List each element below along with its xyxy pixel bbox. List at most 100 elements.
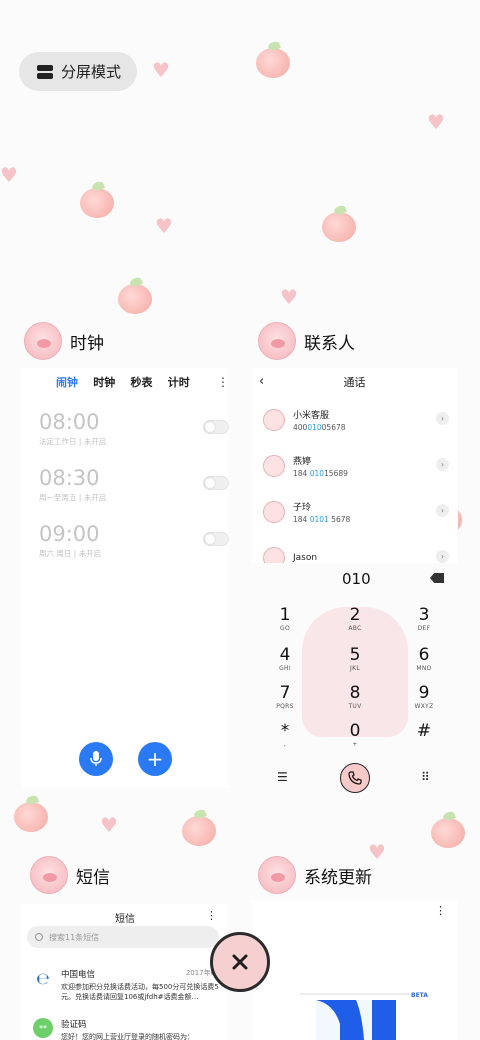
plus-icon: + <box>146 747 164 771</box>
contacts-app-title: 联系人 <box>304 333 355 354</box>
chevron-right-icon[interactable]: › <box>436 504 449 517</box>
contacts-header-title: 通话 <box>343 376 366 389</box>
contacts-list-card[interactable]: ‹ 通话 小米客服 40001005678 › 燕婷 184 01015689 … <box>251 368 458 563</box>
contact-number: 40001005678 <box>293 423 346 432</box>
clock-app-header[interactable]: 时钟 <box>24 322 104 360</box>
system-update-app-header[interactable]: 系统更新 <box>258 856 372 894</box>
heart-decoration: ♥ <box>100 813 118 837</box>
dial-key-1[interactable]: 1 GO <box>270 606 300 633</box>
dial-key-star[interactable]: *, <box>270 722 300 749</box>
tab-clock[interactable]: 时钟 <box>93 374 130 390</box>
split-screen-button[interactable]: 分屏模式 <box>19 52 137 91</box>
contact-row[interactable]: 燕婷 184 01015689 › <box>263 446 449 486</box>
peach-decoration <box>80 188 114 218</box>
dial-key-0[interactable]: 0 + <box>340 722 370 749</box>
close-all-button[interactable] <box>210 932 270 992</box>
sms-app-card[interactable]: 短信 ⋮ 搜索11条短信 ℮ 中国电信 2017年6月30 欢迎参加积分兑换话费… <box>21 904 229 1040</box>
call-button[interactable] <box>340 763 370 793</box>
more-options-icon[interactable]: ⋮ <box>206 909 217 922</box>
message-item[interactable]: ℮ 中国电信 2017年6月30 欢迎参加积分兑换话费活动，每500分可兑换话费… <box>33 968 229 1002</box>
dial-key-5[interactable]: 5 JKL <box>340 646 370 673</box>
dial-key-6[interactable]: 6 MNO <box>409 646 439 673</box>
menu-icon[interactable]: ☰ <box>277 770 288 784</box>
dial-key-2[interactable]: 2 ABC <box>340 606 370 633</box>
backspace-icon[interactable] <box>430 573 444 583</box>
message-preview: 欢迎参加积分兑换话费活动，每500分可兑换话费5元。兑换话费请回复106或jfd… <box>61 983 219 1001</box>
avatar <box>263 455 285 477</box>
alarm-detail: 周六 周日 | 未开启 <box>39 549 102 558</box>
contacts-app-icon <box>258 322 296 360</box>
miui-update-logo <box>300 993 410 1040</box>
sms-search-placeholder: 搜索11条短信 <box>49 932 100 942</box>
alarm-item[interactable]: 08:30 周一至周五 | 未开启 <box>39 466 229 512</box>
peach-decoration <box>14 802 48 832</box>
beta-badge: BETA <box>411 992 428 999</box>
clock-tab-bar: 闹钟 时钟 秒表 计时 ⋮ <box>21 368 229 396</box>
contact-number: 184 01015689 <box>293 469 348 478</box>
more-options-icon[interactable]: ⋮ <box>217 375 229 389</box>
contact-number: 184 0101 5678 <box>293 515 351 524</box>
contact-name: 燕婷 <box>293 457 312 467</box>
peach-decoration <box>431 818 465 848</box>
contacts-app-header[interactable]: 联系人 <box>258 322 355 360</box>
search-icon <box>35 933 43 941</box>
peach-decoration <box>118 284 152 314</box>
system-update-app-title: 系统更新 <box>304 867 372 888</box>
alarm-detail: 周一至周五 | 未开启 <box>39 493 107 502</box>
dial-key-hash[interactable]: # <box>409 722 439 741</box>
contact-name: 小米客服 <box>293 411 330 421</box>
back-arrow-icon[interactable]: ‹ <box>259 374 264 389</box>
sms-search-input[interactable]: 搜索11条短信 <box>27 926 219 948</box>
microphone-icon <box>90 751 102 766</box>
keypad-toggle-icon[interactable]: ⠿ <box>421 770 430 784</box>
peach-decoration <box>256 48 290 78</box>
contact-name: 子玲 <box>293 503 312 513</box>
add-alarm-button[interactable]: + <box>138 742 172 776</box>
more-options-icon[interactable]: ⋮ <box>435 904 446 917</box>
dial-input-display[interactable]: 010 <box>342 570 371 588</box>
heart-decoration: ♥ <box>427 110 445 134</box>
dial-key-3[interactable]: 3 DEF <box>409 606 439 633</box>
china-telecom-logo-icon: ℮ <box>33 968 53 988</box>
message-preview: 您好！您的网上营业厅登录的随机密码为： <box>61 1033 194 1040</box>
tab-alarm[interactable]: 闹钟 <box>56 374 93 390</box>
dial-key-4[interactable]: 4 GHI <box>270 646 300 673</box>
chevron-right-icon[interactable]: › <box>436 550 449 563</box>
contact-row[interactable]: 小米客服 40001005678 › <box>263 400 449 440</box>
alarm-toggle[interactable] <box>203 476 229 490</box>
avatar <box>263 501 285 523</box>
chevron-right-icon[interactable]: › <box>436 412 449 425</box>
sms-app-icon <box>30 856 68 894</box>
clock-app-icon <box>24 322 62 360</box>
sms-app-title: 短信 <box>76 867 110 888</box>
heart-decoration: ♥ <box>280 285 298 309</box>
split-screen-label: 分屏模式 <box>61 63 122 81</box>
alarm-item[interactable]: 08:00 法定工作日 | 未开启 <box>39 410 229 456</box>
alarm-detail: 法定工作日 | 未开启 <box>39 437 107 446</box>
dial-key-8[interactable]: 8 TUV <box>340 684 370 711</box>
contact-row[interactable]: 子玲 184 0101 5678 › <box>263 492 449 532</box>
alarm-item[interactable]: 09:00 周六 周日 | 未开启 <box>39 522 229 568</box>
close-icon <box>232 954 248 970</box>
heart-decoration: ♥ <box>152 58 170 82</box>
phone-icon <box>348 771 362 785</box>
clock-app-card[interactable]: 闹钟 时钟 秒表 计时 ⋮ 08:00 法定工作日 | 未开启 08:30 周一… <box>21 368 229 788</box>
message-sender: 验证码 <box>61 1020 87 1030</box>
message-item[interactable]: ** 验证码 您好！您的网上营业厅登录的随机密码为： <box>33 1018 229 1040</box>
heart-decoration: ♥ <box>0 163 18 187</box>
sms-header-title: 短信 <box>115 913 135 925</box>
dial-key-7[interactable]: 7 PQRS <box>270 684 300 711</box>
alarm-toggle[interactable] <box>203 420 229 434</box>
chevron-right-icon[interactable]: › <box>436 458 449 471</box>
peach-decoration <box>182 816 216 846</box>
verification-code-icon: ** <box>33 1018 53 1038</box>
contact-row[interactable]: Jason › <box>263 538 449 563</box>
alarm-toggle[interactable] <box>203 532 229 546</box>
tab-stopwatch[interactable]: 秒表 <box>131 374 168 390</box>
contact-name: Jason <box>293 553 318 563</box>
voice-alarm-button[interactable] <box>79 742 113 776</box>
system-update-app-icon <box>258 856 296 894</box>
tab-timer[interactable]: 计时 <box>168 374 205 390</box>
sms-app-header[interactable]: 短信 <box>30 856 110 894</box>
dial-key-9[interactable]: 9 WXYZ <box>409 684 439 711</box>
